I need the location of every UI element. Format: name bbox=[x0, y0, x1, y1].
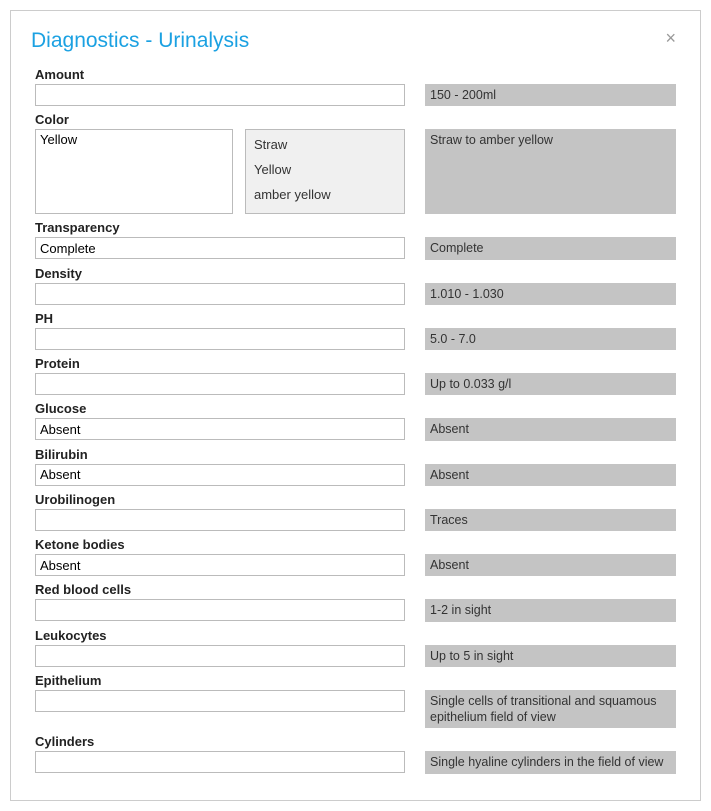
color-option[interactable]: Straw bbox=[246, 132, 404, 157]
row-ketone: Ketone bodies Absent bbox=[35, 537, 676, 576]
protein-reference: Up to 0.033 g/l bbox=[425, 373, 676, 395]
epithelium-reference: Single cells of transitional and squamou… bbox=[425, 690, 676, 729]
label-bilirubin: Bilirubin bbox=[35, 447, 676, 462]
color-option[interactable]: Yellow bbox=[246, 157, 404, 182]
ketone-reference: Absent bbox=[425, 554, 676, 576]
color-reference: Straw to amber yellow bbox=[425, 129, 676, 214]
epithelium-input[interactable] bbox=[35, 690, 405, 712]
color-option[interactable]: amber yellow bbox=[246, 182, 404, 207]
label-color: Color bbox=[35, 112, 676, 127]
bilirubin-reference: Absent bbox=[425, 464, 676, 486]
label-amount: Amount bbox=[35, 67, 676, 82]
label-epithelium: Epithelium bbox=[35, 673, 676, 688]
amount-input[interactable] bbox=[35, 84, 405, 106]
density-reference: 1.010 - 1.030 bbox=[425, 283, 676, 305]
dialog-body: Amount 150 - 200ml Color Straw bbox=[11, 63, 700, 800]
close-icon[interactable]: × bbox=[661, 29, 680, 47]
row-density: Density 1.010 - 1.030 bbox=[35, 266, 676, 305]
dialog-title: Diagnostics - Urinalysis bbox=[31, 29, 249, 53]
bilirubin-input[interactable] bbox=[35, 464, 405, 486]
label-rbc: Red blood cells bbox=[35, 582, 676, 597]
label-ketone: Ketone bodies bbox=[35, 537, 676, 552]
row-cylinders: Cylinders Single hyaline cylinders in th… bbox=[35, 734, 676, 773]
row-transparency: Transparency Complete bbox=[35, 220, 676, 259]
color-input[interactable] bbox=[35, 129, 233, 214]
cylinders-reference: Single hyaline cylinders in the field of… bbox=[425, 751, 676, 773]
ph-input[interactable] bbox=[35, 328, 405, 350]
row-glucose: Glucose Absent bbox=[35, 401, 676, 440]
label-glucose: Glucose bbox=[35, 401, 676, 416]
row-epithelium: Epithelium Single cells of transitional … bbox=[35, 673, 676, 729]
urinalysis-dialog: Diagnostics - Urinalysis × Amount 150 - … bbox=[10, 10, 701, 801]
label-protein: Protein bbox=[35, 356, 676, 371]
rbc-reference: 1-2 in sight bbox=[425, 599, 676, 621]
density-input[interactable] bbox=[35, 283, 405, 305]
row-bilirubin: Bilirubin Absent bbox=[35, 447, 676, 486]
amount-reference: 150 - 200ml bbox=[425, 84, 676, 106]
label-ph: PH bbox=[35, 311, 676, 326]
transparency-reference: Complete bbox=[425, 237, 676, 259]
label-density: Density bbox=[35, 266, 676, 281]
leukocytes-input[interactable] bbox=[35, 645, 405, 667]
label-transparency: Transparency bbox=[35, 220, 676, 235]
ketone-input[interactable] bbox=[35, 554, 405, 576]
label-urobilinogen: Urobilinogen bbox=[35, 492, 676, 507]
urobilinogen-input[interactable] bbox=[35, 509, 405, 531]
rbc-input[interactable] bbox=[35, 599, 405, 621]
glucose-input[interactable] bbox=[35, 418, 405, 440]
leukocytes-reference: Up to 5 in sight bbox=[425, 645, 676, 667]
transparency-input[interactable] bbox=[35, 237, 405, 259]
urobilinogen-reference: Traces bbox=[425, 509, 676, 531]
label-cylinders: Cylinders bbox=[35, 734, 676, 749]
color-options-list[interactable]: Straw Yellow amber yellow bbox=[245, 129, 405, 214]
row-rbc: Red blood cells 1-2 in sight bbox=[35, 582, 676, 621]
row-amount: Amount 150 - 200ml bbox=[35, 67, 676, 106]
ph-reference: 5.0 - 7.0 bbox=[425, 328, 676, 350]
row-protein: Protein Up to 0.033 g/l bbox=[35, 356, 676, 395]
protein-input[interactable] bbox=[35, 373, 405, 395]
row-urobilinogen: Urobilinogen Traces bbox=[35, 492, 676, 531]
label-leukocytes: Leukocytes bbox=[35, 628, 676, 643]
glucose-reference: Absent bbox=[425, 418, 676, 440]
row-color: Color Straw Yellow amber yellow Straw to… bbox=[35, 112, 676, 214]
row-leukocytes: Leukocytes Up to 5 in sight bbox=[35, 628, 676, 667]
dialog-header: Diagnostics - Urinalysis × bbox=[11, 11, 700, 63]
cylinders-input[interactable] bbox=[35, 751, 405, 773]
row-ph: PH 5.0 - 7.0 bbox=[35, 311, 676, 350]
